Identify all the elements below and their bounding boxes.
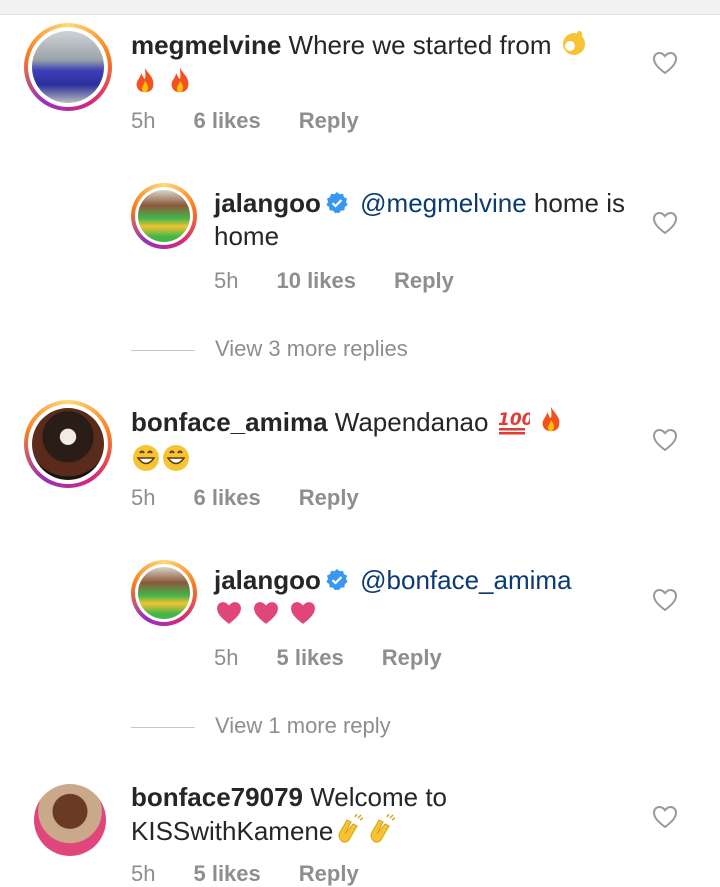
view-more-replies-button[interactable]: View 3 more replies xyxy=(131,336,408,362)
view-more-replies-button[interactable]: View 1 more reply xyxy=(131,713,391,739)
svg-text:100: 100 xyxy=(498,410,530,430)
likes-count[interactable]: 6 likes xyxy=(193,108,260,133)
timestamp: 5h xyxy=(131,485,156,510)
likes-count[interactable]: 5 likes xyxy=(193,861,260,886)
reply-button[interactable]: Reply xyxy=(394,268,454,293)
grinning-emoji xyxy=(131,443,161,481)
divider-line xyxy=(131,726,195,728)
fire-emoji xyxy=(537,405,565,443)
reply-text: jalangoo @megmelvine home is home xyxy=(214,187,634,253)
likes-count[interactable]: 5 likes xyxy=(276,645,343,670)
comment-meta: 5h 6 likes Reply xyxy=(131,108,397,134)
avatar-jalangoo[interactable] xyxy=(131,560,197,626)
username[interactable]: bonface_amima xyxy=(131,407,328,437)
likes-count[interactable]: 6 likes xyxy=(193,485,260,510)
username[interactable]: bonface79079 xyxy=(131,782,303,812)
reply-text: jalangoo @bonface_amima xyxy=(214,564,634,634)
comment-text: bonface_amima Wapendanao 100 xyxy=(131,405,631,481)
heart-outline-icon[interactable] xyxy=(652,428,678,452)
clapping-hands-emoji xyxy=(365,813,397,852)
mention-link[interactable]: @megmelvine xyxy=(360,188,527,218)
comment-meta: 5h 5 likes Reply xyxy=(131,861,397,887)
mention-link[interactable]: @bonface_amima xyxy=(360,565,571,595)
timestamp: 5h xyxy=(214,645,239,670)
verified-badge-icon xyxy=(325,190,349,214)
verified-badge-icon xyxy=(325,567,349,591)
comment-body: Wapendanao xyxy=(334,407,489,437)
reply-button[interactable]: Reply xyxy=(299,108,359,133)
top-edge-bar xyxy=(0,0,720,15)
heart-outline-icon[interactable] xyxy=(652,211,678,235)
pink-heart-emoji xyxy=(251,600,281,634)
fire-emoji xyxy=(166,66,194,104)
comment-body: Where we started from xyxy=(288,30,552,60)
fire-emoji xyxy=(131,66,159,104)
view-more-label[interactable]: View 1 more reply xyxy=(215,713,391,738)
avatar-bonface-amima[interactable] xyxy=(24,400,112,488)
view-more-label[interactable]: View 3 more replies xyxy=(215,336,408,361)
pink-heart-emoji xyxy=(288,600,318,634)
comment-text: bonface79079 Welcome to KISSwithKamene xyxy=(131,781,631,852)
grinning-emoji xyxy=(161,443,191,481)
likes-count[interactable]: 10 likes xyxy=(276,268,356,293)
reply-meta: 5h 10 likes Reply xyxy=(214,268,492,294)
clapping-hands-emoji xyxy=(333,813,365,852)
ok-hand-emoji xyxy=(559,28,589,66)
username[interactable]: megmelvine xyxy=(131,30,281,60)
heart-outline-icon[interactable] xyxy=(652,51,678,75)
reply-button[interactable]: Reply xyxy=(299,485,359,510)
heart-outline-icon[interactable] xyxy=(652,588,678,612)
hundred-points-emoji: 100 xyxy=(496,405,533,443)
avatar-bonface79079[interactable] xyxy=(34,784,106,856)
username[interactable]: jalangoo xyxy=(214,188,321,218)
avatar-jalangoo[interactable] xyxy=(131,183,197,249)
reply-meta: 5h 5 likes Reply xyxy=(214,645,480,671)
pink-heart-emoji xyxy=(214,600,244,634)
comment-meta: 5h 6 likes Reply xyxy=(131,485,397,511)
comment-text: megmelvine Where we started from xyxy=(131,28,631,104)
timestamp: 5h xyxy=(131,861,156,886)
reply-button[interactable]: Reply xyxy=(299,861,359,886)
timestamp: 5h xyxy=(131,108,156,133)
divider-line xyxy=(131,349,195,351)
username[interactable]: jalangoo xyxy=(214,565,321,595)
avatar-megmelvine[interactable] xyxy=(24,23,112,111)
timestamp: 5h xyxy=(214,268,239,293)
reply-button[interactable]: Reply xyxy=(382,645,442,670)
heart-outline-icon[interactable] xyxy=(652,805,678,829)
